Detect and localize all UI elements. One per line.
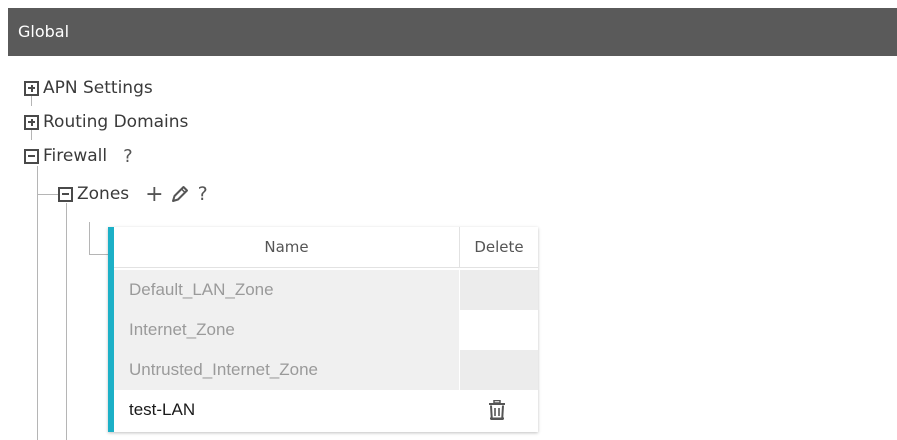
column-header-name[interactable]: Name	[114, 227, 460, 267]
help-icon[interactable]: ?	[123, 146, 133, 167]
zones-table: Name Delete Default_LAN_Zone Internet_Zo…	[108, 227, 538, 432]
expand-icon[interactable]	[24, 114, 39, 130]
tree-line	[89, 254, 108, 255]
zone-name-cell: Untrusted_Internet_Zone	[114, 350, 459, 390]
delete-cell	[460, 270, 538, 310]
tree-item-zones[interactable]: Zones + ?	[58, 182, 208, 207]
column-header-delete: Delete	[474, 238, 524, 256]
tree-item-label[interactable]: Firewall	[43, 146, 107, 166]
add-zone-button[interactable]: +	[145, 182, 163, 207]
delete-cell	[460, 390, 538, 430]
collapse-icon[interactable]	[58, 186, 73, 202]
tree-item-firewall[interactable]: Firewall ?	[24, 144, 133, 168]
tree-line	[37, 166, 38, 440]
table-header: Name Delete	[114, 227, 538, 268]
zone-name-cell: Default_LAN_Zone	[114, 270, 459, 310]
table-row[interactable]: Default_LAN_Zone	[114, 270, 538, 310]
help-icon[interactable]: ?	[198, 183, 208, 205]
zone-name-cell: Internet_Zone	[114, 310, 459, 350]
delete-zone-button[interactable]	[488, 399, 506, 424]
expand-icon[interactable]	[24, 80, 39, 96]
tree-line	[89, 222, 90, 254]
tree-item-label[interactable]: Routing Domains	[43, 112, 188, 132]
delete-cell	[460, 310, 538, 350]
tree-item-label[interactable]: APN Settings	[43, 78, 153, 98]
tree-item-routing-domains[interactable]: Routing Domains	[24, 110, 188, 134]
section-title: Global	[18, 22, 70, 41]
table-row[interactable]: Untrusted_Internet_Zone	[114, 350, 538, 390]
trash-icon	[489, 399, 505, 420]
tree-line	[66, 203, 67, 440]
collapse-icon[interactable]	[24, 148, 39, 164]
edit-zone-button[interactable]	[170, 184, 190, 204]
tree-item-apn-settings[interactable]: APN Settings	[24, 76, 153, 100]
zone-name-cell: test-LAN	[114, 390, 459, 430]
section-header: Global	[8, 8, 897, 56]
delete-cell	[460, 350, 538, 390]
pencil-icon	[171, 186, 188, 202]
table-row[interactable]: test-LAN	[114, 390, 538, 430]
global-config-page: Global APN Settings Routing Domains Fire…	[0, 0, 897, 440]
tree-item-label[interactable]: Zones	[77, 184, 129, 204]
table-row[interactable]: Internet_Zone	[114, 310, 538, 350]
